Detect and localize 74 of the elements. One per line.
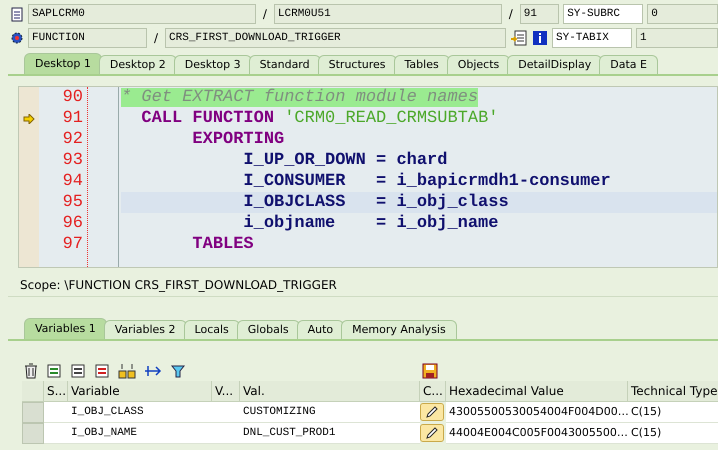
desktop-tab[interactable]: Desktop 3 — [174, 55, 252, 74]
desktop-tab[interactable]: Tables — [394, 55, 450, 74]
blocks-icon[interactable] — [118, 363, 136, 379]
gear-icon — [10, 30, 24, 46]
edit-button[interactable] — [420, 424, 444, 442]
line-number: 94 — [62, 171, 83, 192]
column-header[interactable]: Hexadecimal Value — [446, 381, 628, 402]
separator-text: / — [508, 7, 514, 21]
desktop-tab[interactable]: Data E — [599, 55, 658, 74]
filter-icon[interactable] — [170, 363, 186, 379]
desktop-tab[interactable]: Desktop 1 — [24, 53, 102, 74]
line-number: 95 — [62, 192, 83, 213]
document-arrow-icon[interactable] — [510, 30, 528, 46]
column-header[interactable]: Val. — [240, 381, 420, 402]
desktop-tab[interactable]: Desktop 2 — [98, 55, 177, 74]
display-field: 1 — [636, 28, 718, 48]
display-field: CRS_FIRST_DOWNLOAD_TRIGGER — [165, 28, 506, 48]
line-number: 93 — [62, 150, 83, 171]
variables-tab[interactable]: Auto — [296, 320, 344, 339]
column-header[interactable]: Technical Type — [628, 381, 718, 402]
column-header[interactable]: C... — [420, 381, 446, 402]
variables-tab[interactable]: Variables 2 — [104, 320, 187, 339]
table-cell: CUSTOMIZING — [240, 402, 420, 423]
column-header[interactable]: Variable — [68, 381, 212, 402]
pencil-icon — [425, 405, 439, 419]
scope-text: Scope: \FUNCTION CRS_FIRST_DOWNLOAD_TRIGGER — [8, 274, 718, 297]
list-icon[interactable] — [94, 363, 110, 379]
display-field: 0 — [647, 4, 718, 24]
column-header[interactable]: V... — [212, 381, 240, 402]
system-field-label: SY-TABIX — [552, 28, 632, 48]
column-header[interactable]: S... — [44, 381, 68, 402]
variables-tab[interactable]: Globals — [236, 320, 300, 339]
pencil-icon — [425, 426, 439, 440]
code-line: i_objname = i_obj_name — [242, 213, 500, 234]
code-line: I_UP_OR_DOWN = chard — [242, 150, 448, 171]
display-field: 91 — [520, 4, 560, 24]
variables-tab[interactable]: Variables 1 — [24, 318, 107, 339]
table-cell: I_OBJ_CLASS — [68, 402, 212, 423]
desktop-tab[interactable]: Structures — [318, 55, 397, 74]
table-cell: 44004E004C005F0043005500… — [446, 423, 628, 444]
separator-text: / — [262, 7, 268, 21]
code-editor[interactable] — [18, 86, 718, 268]
info-icon[interactable] — [532, 30, 548, 46]
line-number: 97 — [62, 234, 83, 255]
line-number: 96 — [62, 213, 83, 234]
code-line: TABLES — [191, 234, 255, 255]
code-line: EXPORTING — [191, 129, 286, 150]
document-icon — [10, 6, 24, 22]
table-cell: C(15) — [628, 423, 718, 444]
code-line: CALL FUNCTION 'CRM0_READ_CRMSUBTAB' — [140, 108, 500, 129]
display-field: SAPLCRM0 — [28, 4, 256, 24]
line-number: 91 — [62, 108, 83, 129]
arrows-icon[interactable] — [144, 363, 162, 379]
list-icon[interactable] — [46, 363, 62, 379]
separator-text: / — [152, 31, 160, 45]
list-icon[interactable] — [70, 363, 86, 379]
edit-button[interactable] — [420, 403, 444, 421]
table-cell: DNL_CUST_PROD1 — [240, 423, 420, 444]
save-icon[interactable] — [422, 363, 438, 379]
table-cell: C(15) — [628, 402, 718, 423]
variables-tab[interactable]: Memory Analysis — [341, 320, 457, 339]
line-number: 92 — [62, 129, 83, 150]
display-field: LCRM0U51 — [274, 4, 502, 24]
line-number: 90 — [62, 87, 83, 108]
code-line: I_CONSUMER = i_bapicrmdh1-consumer — [242, 171, 612, 192]
table-cell: 43005500530054004F004D00… — [446, 402, 628, 423]
variables-tab[interactable]: Locals — [184, 320, 240, 339]
desktop-tab[interactable]: Objects — [446, 55, 510, 74]
system-field-label: SY-SUBRC — [563, 4, 644, 24]
trash-icon[interactable] — [24, 363, 38, 379]
display-field: FUNCTION — [28, 28, 147, 48]
desktop-tab[interactable]: DetailDisplay — [507, 55, 602, 74]
table-cell: I_OBJ_NAME — [68, 423, 212, 444]
desktop-tab[interactable]: Standard — [248, 55, 321, 74]
